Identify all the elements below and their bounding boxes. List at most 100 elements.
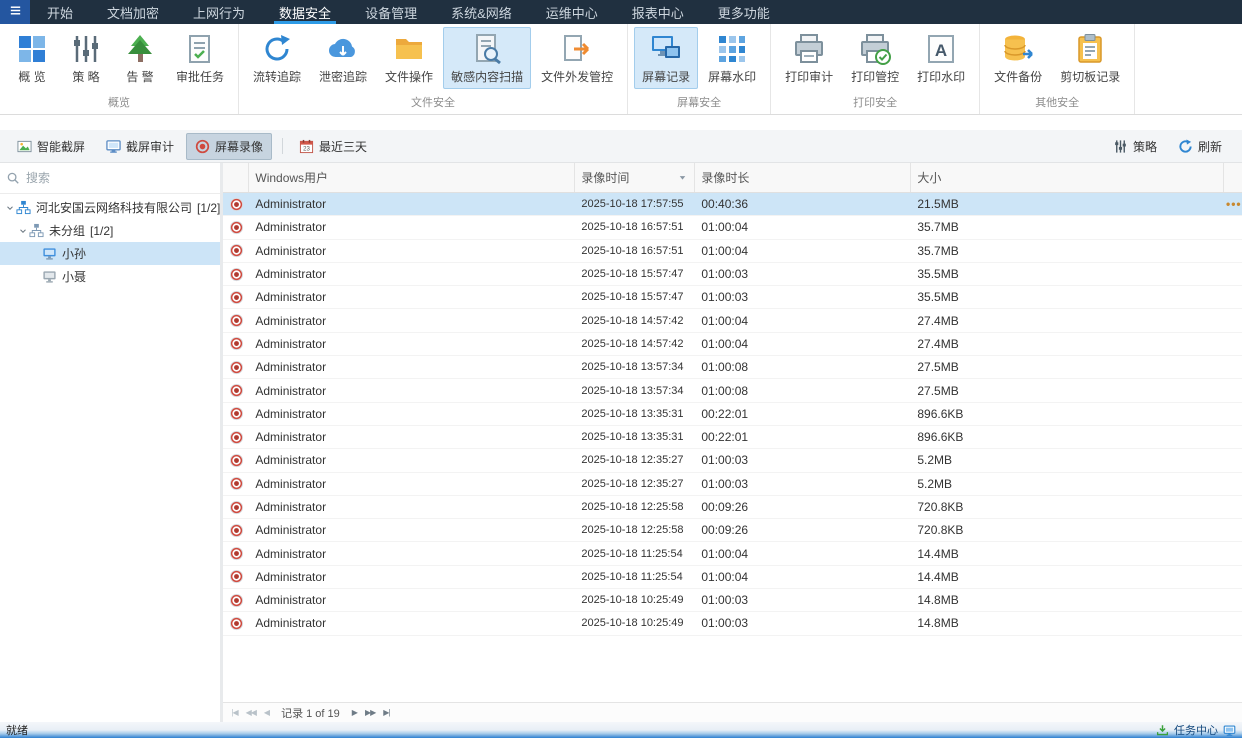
chevron-down-icon[interactable] xyxy=(3,203,16,213)
menu-item[interactable]: 系统&网络 xyxy=(434,0,529,24)
tree-item[interactable]: 河北安国云网络科技有限公司[1/2] xyxy=(0,196,220,219)
column-header[interactable]: 大小 xyxy=(911,163,1224,192)
pagination-next-button[interactable]: ▶ xyxy=(348,708,361,717)
row-icon-cell xyxy=(223,313,249,328)
toolbar-button-refresh[interactable]: 刷新 xyxy=(1169,133,1231,160)
table-row[interactable]: Administrator2025-10-18 12:25:5800:09:26… xyxy=(223,496,1242,519)
cell-user: Administrator xyxy=(249,197,575,211)
toolbar-button-smart-capture[interactable]: 智能截屏 xyxy=(8,133,94,160)
ribbon-button-label: 打印管控 xyxy=(851,68,899,85)
table-row[interactable]: Administrator2025-10-18 12:35:2701:00:03… xyxy=(223,449,1242,472)
table-row[interactable]: Administrator2025-10-18 15:57:4701:00:03… xyxy=(223,263,1242,286)
toolbar-button-label: 策略 xyxy=(1133,138,1157,155)
pagination-first-button[interactable]: |◀ xyxy=(227,708,241,717)
ribbon-button-trace[interactable]: 流转追踪 xyxy=(245,27,309,89)
ribbon-button-leak[interactable]: 泄密追踪 xyxy=(311,27,375,89)
ribbon-button-print-watermark[interactable]: A打印水印 xyxy=(909,27,973,89)
chevron-down-icon[interactable] xyxy=(16,226,29,236)
table-row[interactable]: Administrator2025-10-18 13:35:3100:22:01… xyxy=(223,403,1242,426)
search-icon xyxy=(6,171,20,185)
ribbon-button-file-backup[interactable]: 文件备份 xyxy=(986,27,1050,89)
ribbon-button-print-audit[interactable]: 打印审计 xyxy=(777,27,841,89)
pagination-prev-button[interactable]: ◀ xyxy=(260,708,273,717)
cell-duration: 01:00:04 xyxy=(695,314,911,328)
ribbon-button-overview[interactable]: 概 览 xyxy=(6,27,58,89)
ribbon-button-label: 概 览 xyxy=(18,68,45,85)
terminal-tree: 河北安国云网络科技有限公司[1/2]未分组[1/2]小孙小聂 xyxy=(0,194,220,722)
table-row[interactable]: Administrator2025-10-18 17:57:5500:40:36… xyxy=(223,193,1242,216)
table-row[interactable]: Administrator2025-10-18 14:57:4201:00:04… xyxy=(223,333,1242,356)
ribbon-button-clipboard[interactable]: 剪切板记录 xyxy=(1052,27,1128,89)
cell-user: Administrator xyxy=(249,267,575,281)
ribbon-button-screen-record[interactable]: 屏幕记录 xyxy=(634,27,698,89)
column-header[interactable]: 录像时间 xyxy=(575,163,695,192)
table-row[interactable]: Administrator2025-10-18 11:25:5401:00:04… xyxy=(223,566,1242,589)
menu-item[interactable]: 上网行为 xyxy=(176,0,262,24)
toolbar-button-calendar[interactable]: 23最近三天 xyxy=(290,133,376,160)
tree-item[interactable]: 小聂 xyxy=(0,265,220,288)
table-row[interactable]: Administrator2025-10-18 13:35:3100:22:01… xyxy=(223,426,1242,449)
ribbon-button-folder[interactable]: 文件操作 xyxy=(377,27,441,89)
ribbon-button-alarm[interactable]: 告 警 xyxy=(114,27,166,89)
toolbar-button-policy-small[interactable]: 策略 xyxy=(1104,133,1166,160)
table-row[interactable]: Administrator2025-10-18 14:57:4201:00:04… xyxy=(223,309,1242,332)
screen-watermark-icon xyxy=(716,33,748,65)
ribbon-button-policy[interactable]: 策 略 xyxy=(60,27,112,89)
row-icon-cell xyxy=(223,569,249,584)
task-center-icon[interactable] xyxy=(1156,724,1169,737)
column-header[interactable]: Windows用户 xyxy=(249,163,575,192)
column-header[interactable]: 录像时长 xyxy=(695,163,911,192)
table-row[interactable]: Administrator2025-10-18 13:57:3401:00:08… xyxy=(223,379,1242,402)
menu-item[interactable]: 运维中心 xyxy=(529,0,615,24)
menu-item[interactable]: 更多功能 xyxy=(701,0,787,24)
table-row[interactable]: Administrator2025-10-18 15:57:4701:00:03… xyxy=(223,286,1242,309)
pagination-prev-group-button[interactable]: ◀◀ xyxy=(242,708,260,717)
cell-duration: 01:00:03 xyxy=(695,267,911,281)
cell-size: 27.5MB xyxy=(911,360,1224,374)
menu-item[interactable]: 文档加密 xyxy=(90,0,176,24)
menu-item[interactable]: 设备管理 xyxy=(348,0,434,24)
ribbon-button-scan[interactable]: 敏感内容扫描 xyxy=(443,27,531,89)
table-row[interactable]: Administrator2025-10-18 11:25:5401:00:04… xyxy=(223,542,1242,565)
table-row[interactable]: Administrator2025-10-18 10:25:4901:00:03… xyxy=(223,589,1242,612)
row-icon-cell xyxy=(223,383,249,398)
table-row[interactable]: Administrator2025-10-18 12:35:2701:00:03… xyxy=(223,473,1242,496)
table-row[interactable]: Administrator2025-10-18 12:25:5800:09:26… xyxy=(223,519,1242,542)
record-row-icon xyxy=(229,290,244,305)
tree-item-count: [1/2] xyxy=(90,224,113,238)
toolbar-button-record-dot[interactable]: 屏幕录像 xyxy=(186,133,272,160)
menu-item[interactable]: 数据安全 xyxy=(262,0,348,24)
tree-item[interactable]: 小孙 xyxy=(0,242,220,265)
table-row[interactable]: Administrator2025-10-18 16:57:5101:00:04… xyxy=(223,216,1242,239)
cell-user: Administrator xyxy=(249,453,575,467)
table-row[interactable]: Administrator2025-10-18 13:57:3401:00:08… xyxy=(223,356,1242,379)
search-input[interactable] xyxy=(26,171,214,185)
toolbar-button-capture-audit[interactable]: 截屏审计 xyxy=(97,133,183,160)
application-window: 开始文档加密上网行为数据安全设备管理系统&网络运维中心报表中心更多功能 概 览策… xyxy=(0,0,1242,738)
cell-duration: 00:22:01 xyxy=(695,430,911,444)
tree-item[interactable]: 未分组[1/2] xyxy=(0,219,220,242)
cell-time: 2025-10-18 12:25:58 xyxy=(575,501,695,513)
cell-time: 2025-10-18 14:57:42 xyxy=(575,315,695,327)
table-row[interactable]: Administrator2025-10-18 10:25:4901:00:03… xyxy=(223,612,1242,635)
print-audit-icon xyxy=(793,33,825,65)
overview-icon xyxy=(16,33,48,65)
cell-user: Administrator xyxy=(249,570,575,584)
app-menu-button[interactable] xyxy=(0,0,30,24)
cell-size: 35.5MB xyxy=(911,290,1224,304)
pagination-next-group-button[interactable]: ▶▶ xyxy=(361,708,379,717)
ribbon-button-outgoing[interactable]: 文件外发管控 xyxy=(533,27,621,89)
ribbon-button-label: 流转追踪 xyxy=(253,68,301,85)
task-center-label[interactable]: 任务中心 xyxy=(1174,722,1218,738)
ribbon-button-print-control[interactable]: 打印管控 xyxy=(843,27,907,89)
table-row[interactable]: Administrator2025-10-18 16:57:5101:00:04… xyxy=(223,240,1242,263)
menu-item[interactable]: 报表中心 xyxy=(615,0,701,24)
capture-audit-icon xyxy=(106,139,121,154)
menu-item[interactable]: 开始 xyxy=(30,0,90,24)
row-actions-button[interactable]: ••• xyxy=(1226,197,1242,211)
ribbon-button-screen-watermark[interactable]: 屏幕水印 xyxy=(700,27,764,89)
ribbon-button-approval[interactable]: 审批任务 xyxy=(168,27,232,89)
row-icon-cell xyxy=(223,267,249,282)
pagination-last-button[interactable]: ▶| xyxy=(379,708,393,717)
agent-monitor-icon[interactable] xyxy=(1223,724,1236,737)
